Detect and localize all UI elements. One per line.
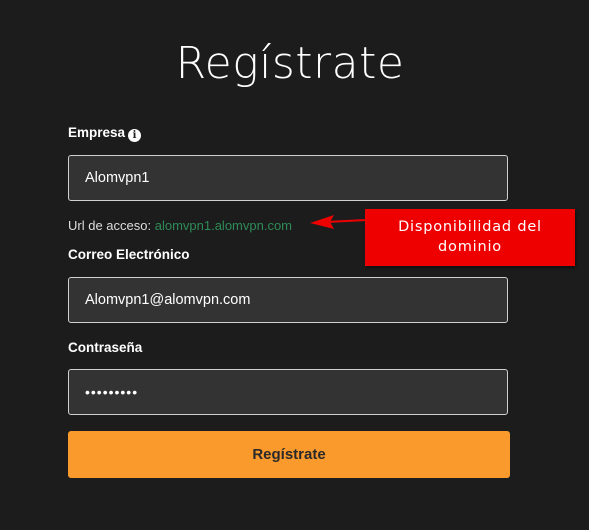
email-input[interactable]: Alomvpn1@alomvpn.com (68, 277, 508, 323)
callout-arrow-icon (310, 215, 366, 229)
password-input[interactable]: ••••••••• (68, 369, 508, 415)
page-title: Regístrate (175, 38, 405, 89)
access-url-value: alomvpn1.alomvpn.com (154, 218, 293, 233)
company-label-text: Empresa (68, 125, 126, 140)
company-label: Empresa i (68, 125, 142, 142)
email-label: Correo Electrónico (68, 247, 190, 262)
access-url: Url de acceso: alomvpn1.alomvpn.com (68, 218, 292, 233)
company-input[interactable]: Alomvpn1 (68, 155, 508, 201)
info-icon[interactable]: i (128, 129, 142, 142)
callout-line-1: Disponibilidad del (398, 219, 542, 235)
domain-availability-callout: Disponibilidad del dominio (365, 209, 575, 266)
access-url-label: Url de acceso: (68, 218, 152, 233)
password-label: Contraseña (68, 340, 143, 355)
callout-line-2: dominio (438, 239, 502, 255)
register-button[interactable]: Regístrate (68, 431, 510, 478)
